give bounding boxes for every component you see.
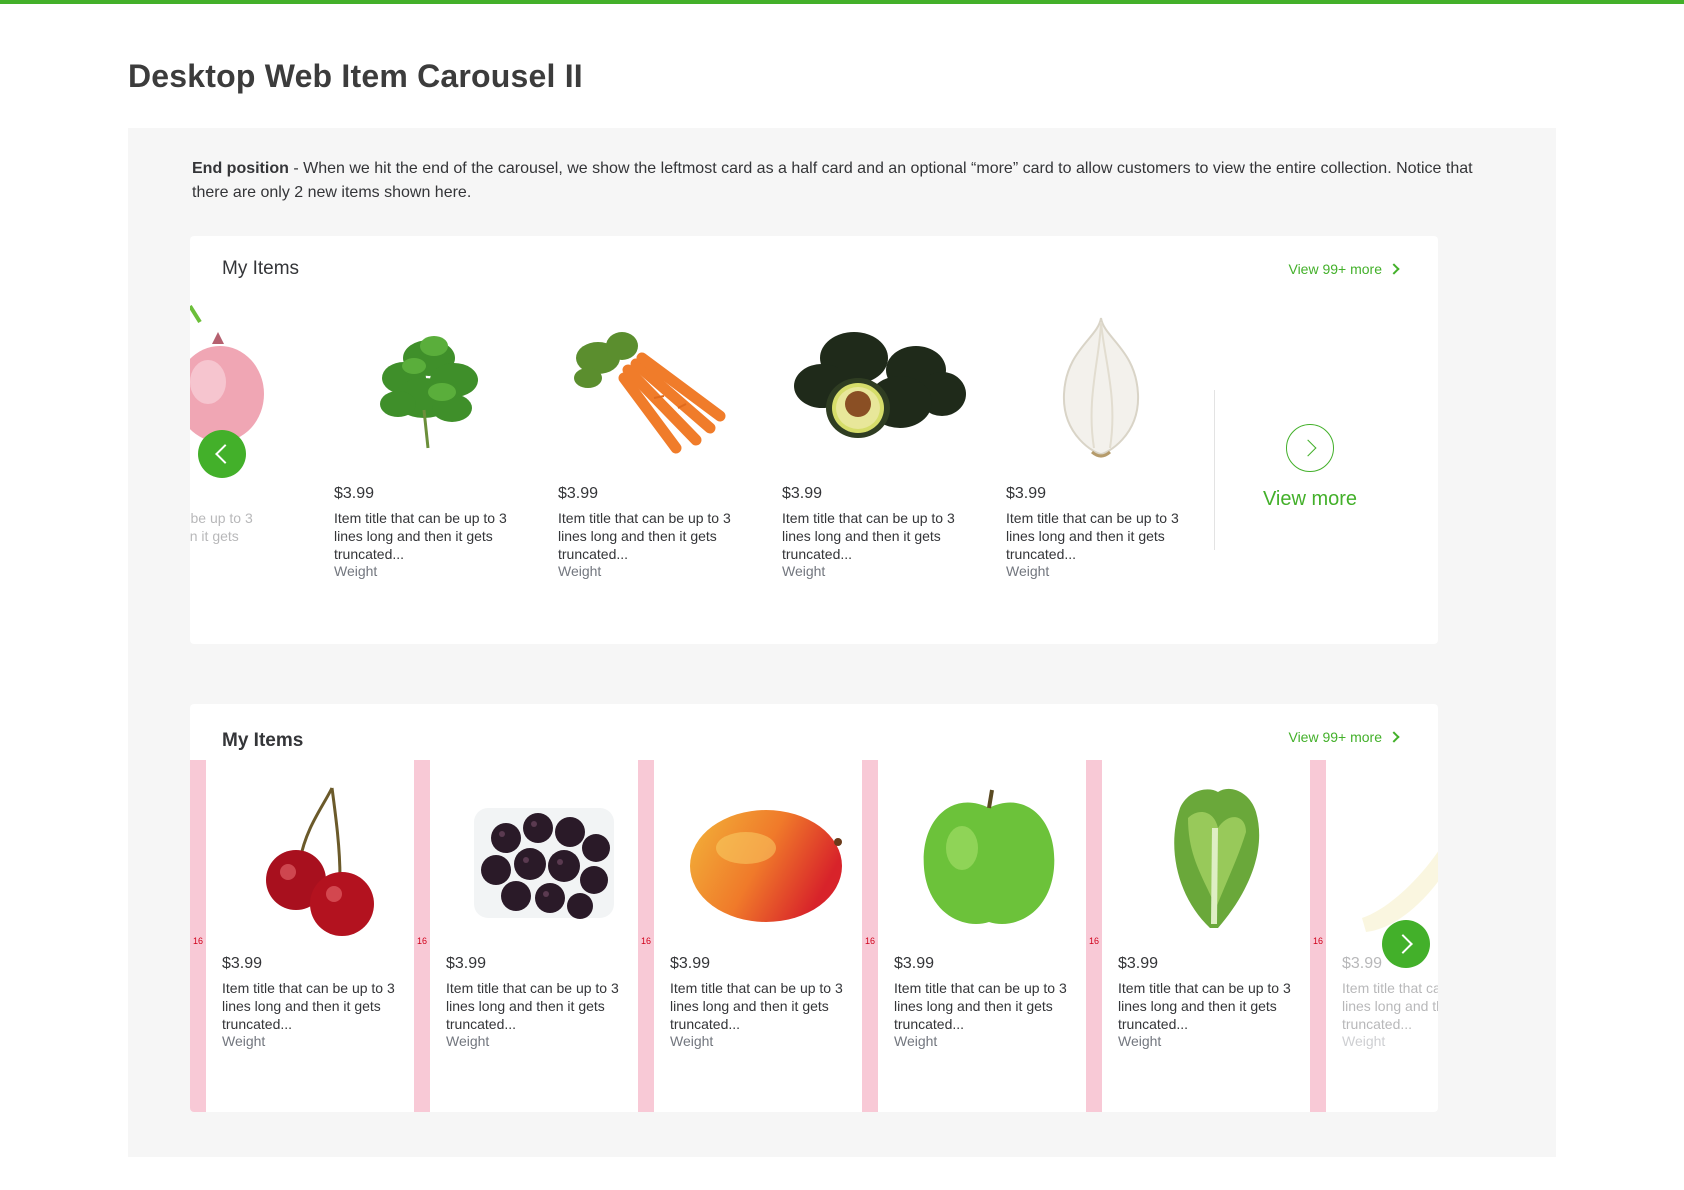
- item-title: Item title that can be up to 3 lines lon…: [670, 980, 843, 1032]
- item-title: Item title that can be up to 3 lines lon…: [782, 510, 955, 562]
- carousel-end-position: My Items View 99+ more Item title that c…: [190, 236, 1438, 644]
- view-more-label: View more: [1262, 488, 1358, 510]
- carrots-image: [558, 298, 748, 474]
- view-all-label: View 99+ more: [1288, 261, 1382, 277]
- chevron-left-icon: [215, 444, 235, 464]
- spacing-marker: 16: [1086, 760, 1102, 1112]
- item-price: $3.99: [1006, 485, 1047, 502]
- view-all-link[interactable]: View 99+ more: [1288, 261, 1400, 277]
- spacing-marker: 16: [414, 760, 430, 1112]
- mint-image: [334, 298, 524, 474]
- carousel-title: My Items: [222, 258, 300, 279]
- top-accent-bar: [0, 0, 1684, 4]
- item-title: Item title that can be up to 3 lines lon…: [1118, 980, 1291, 1032]
- page-title: Desktop Web Item Carousel II: [128, 58, 583, 94]
- romaine-image: [1118, 768, 1308, 944]
- item-price: $3.99: [1118, 955, 1159, 972]
- item-price: $3.99: [670, 955, 711, 972]
- item-price: $3.99: [894, 955, 935, 972]
- item-weight: Weight: [782, 563, 826, 579]
- item-title: Item title that can be up to 3 lines lon…: [446, 980, 619, 1032]
- item-weight: Weight: [894, 1033, 938, 1049]
- item-title: Item title that can be up to 3 lines lon…: [334, 510, 507, 562]
- description-bold: End position: [192, 160, 289, 177]
- onion-image: [1006, 298, 1196, 474]
- item-title: Item title that can be up to 3 lines lon…: [222, 980, 395, 1032]
- view-all-link[interactable]: View 99+ more: [1288, 729, 1400, 745]
- item-weight: Weight: [1342, 1033, 1386, 1049]
- view-more-card[interactable]: View more: [1250, 424, 1370, 511]
- divider: [1214, 390, 1215, 550]
- partial-item-card[interactable]: $3.99 Item title that can be up to 3 lin…: [1342, 768, 1438, 1068]
- chevron-right-icon: [1393, 934, 1413, 954]
- spacing-marker: 16: [862, 760, 878, 1112]
- item-title: Item title that can be up to 3 lines lon…: [558, 510, 731, 562]
- cherries-image: [222, 768, 412, 944]
- blackberries-image: [446, 768, 636, 944]
- item-weight: Weight: [222, 1033, 266, 1049]
- item-price: $3.99: [334, 485, 375, 502]
- spacing-marker: 16: [638, 760, 654, 1112]
- carousel-title: My Items: [222, 730, 304, 751]
- chevron-right-icon: [1299, 439, 1316, 457]
- item-title: Item title that can be up to 3 lines lon…: [190, 510, 253, 544]
- next-button[interactable]: [1382, 920, 1430, 968]
- previous-button[interactable]: [198, 430, 246, 478]
- avocados-image: [782, 298, 972, 474]
- item-weight: Weight: [670, 1033, 714, 1049]
- view-all-label: View 99+ more: [1288, 729, 1382, 745]
- item-weight: Weight: [446, 1033, 490, 1049]
- description: End position - When we hit the end of th…: [192, 157, 1492, 205]
- item-price: $3.99: [446, 955, 487, 972]
- item-title: Item title that can be up to 3 lines lon…: [894, 980, 1067, 1032]
- item-weight: Weight: [1006, 563, 1050, 579]
- chevron-right-icon: [1388, 263, 1400, 275]
- mango-image: [670, 768, 860, 944]
- item-price: $3.99: [222, 955, 263, 972]
- banana-image: [1342, 768, 1438, 944]
- item-price: $3.99: [1342, 955, 1383, 972]
- item-price: $3.99: [558, 485, 599, 502]
- view-more-button[interactable]: [1286, 424, 1334, 472]
- spec-panel: End position - When we hit the end of th…: [128, 128, 1556, 1157]
- item-weight: Weight: [334, 563, 378, 579]
- item-weight: Weight: [1118, 1033, 1162, 1049]
- item-title: Item title that can be up to 3 lines lon…: [1342, 980, 1438, 1032]
- green-apple-image: [894, 768, 1084, 944]
- description-text: - When we hit the end of the carousel, w…: [192, 160, 1473, 201]
- carousel-spacing-spec: My Items View 99+ more 16 16 16 16 16 16…: [190, 704, 1438, 1112]
- chevron-right-icon: [1388, 731, 1400, 743]
- item-weight: Weight: [558, 563, 602, 579]
- item-title: Item title that can be up to 3 lines lon…: [1006, 510, 1179, 562]
- item-price: $3.99: [782, 485, 823, 502]
- spacing-marker: 16: [190, 760, 206, 1112]
- spacing-marker: 16: [1310, 760, 1326, 1112]
